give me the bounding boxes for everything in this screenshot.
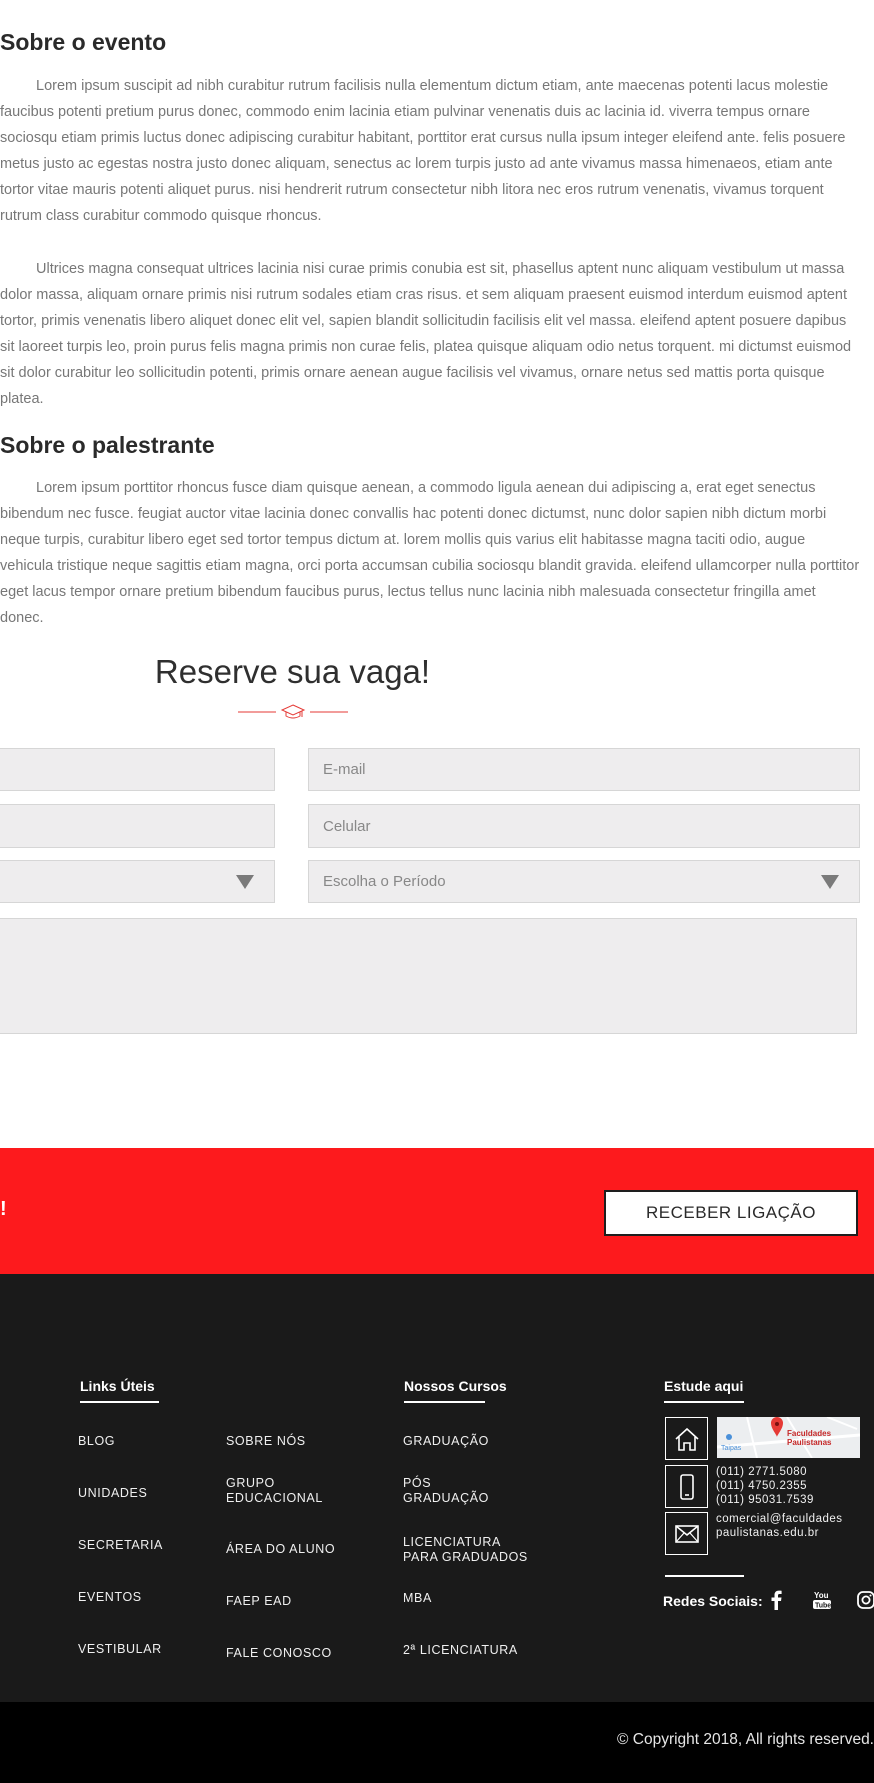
footer-link-faep-ead[interactable]: FAEP EAD xyxy=(226,1594,376,1609)
contact-email[interactable]: comercial@faculdadespaulistanas.edu.br xyxy=(716,1512,846,1540)
links-title-underline xyxy=(80,1401,159,1403)
social-divider xyxy=(665,1575,744,1577)
course-link-licenciatura-graduados[interactable]: LICENCIATURA PARA GRADUADOS xyxy=(403,1535,533,1565)
footer-link-blog[interactable]: BLOG xyxy=(78,1434,228,1449)
phone-number: (011) 2771.5080 xyxy=(716,1466,808,1478)
footer-link-secretaria[interactable]: SECRETARIA xyxy=(78,1538,228,1553)
footer-link-sobre-nos[interactable]: SOBRE NÓS xyxy=(226,1434,376,1449)
chevron-down-icon xyxy=(821,875,839,889)
request-call-button[interactable]: RECEBER LIGAÇÃO xyxy=(604,1190,858,1236)
footer-link-area-do-aluno[interactable]: ÁREA DO ALUNO xyxy=(226,1542,376,1557)
course-link-segunda-licenciatura[interactable]: 2ª LICENCIATURA xyxy=(403,1643,553,1658)
chevron-down-icon xyxy=(236,875,254,889)
footer-link-grupo-educacional[interactable]: GRUPO EDUCACIONAL xyxy=(226,1476,336,1506)
about-event-paragraph-2: Ultrices magna consequat ultrices lacini… xyxy=(0,261,852,407)
social-label: Redes Sociais: xyxy=(663,1593,763,1609)
courses-title-underline xyxy=(404,1401,485,1403)
phone-list: (011) 2771.5080 (011) 4750.2355 (011) 95… xyxy=(716,1465,814,1507)
graduation-cap-divider-icon xyxy=(238,704,348,719)
reserve-title: Reserve sua vaga! xyxy=(154,653,431,690)
map-place: Taipas xyxy=(721,1445,742,1452)
links-title: Links Úteis xyxy=(80,1378,155,1394)
message-textarea[interactable] xyxy=(0,918,857,1034)
courses-title: Nossos Cursos xyxy=(404,1378,507,1394)
phone-number: (011) 4750.2355 xyxy=(716,1480,808,1492)
second-field[interactable] xyxy=(0,804,275,848)
email-placeholder: E-mail xyxy=(323,761,366,778)
period-placeholder: Escolha o Período xyxy=(323,873,446,890)
facebook-icon[interactable] xyxy=(765,1589,787,1611)
instagram-icon[interactable] xyxy=(855,1589,874,1611)
about-event-paragraph-1: Lorem ipsum suscipit ad nibh curabitur r… xyxy=(0,78,846,224)
study-title-underline xyxy=(664,1401,744,1403)
name-field[interactable] xyxy=(0,748,275,791)
mail-icon xyxy=(665,1512,708,1555)
footer-link-eventos[interactable]: EVENTOS xyxy=(78,1590,228,1605)
course-select[interactable] xyxy=(0,860,275,903)
home-icon xyxy=(665,1417,708,1460)
location-map[interactable]: Faculdades Paulistanas Taipas xyxy=(717,1417,860,1458)
callback-banner: ! RECEBER LIGAÇÃO xyxy=(0,1148,874,1274)
period-select[interactable]: Escolha o Período xyxy=(308,860,860,903)
course-link-pos-graduacao[interactable]: PÓS GRADUAÇÃO xyxy=(403,1476,488,1506)
copyright-bar: © Copyright 2018, All rights reserved. xyxy=(0,1702,874,1783)
phone-number: (011) 95031.7539 xyxy=(716,1494,814,1506)
about-speaker-paragraph: Lorem ipsum porttitor rhoncus fusce diam… xyxy=(0,480,860,626)
youtube-icon[interactable]: You Tube xyxy=(811,1589,833,1611)
course-link-mba[interactable]: MBA xyxy=(403,1591,553,1606)
phone-icon xyxy=(665,1465,708,1508)
about-event-title: Sobre o evento xyxy=(0,29,167,55)
copyright-text: © Copyright 2018, All rights reserved. xyxy=(617,1731,874,1748)
phone-placeholder: Celular xyxy=(323,817,371,835)
map-label: Faculdades Paulistanas xyxy=(787,1429,832,1447)
svg-text:Tube: Tube xyxy=(815,1603,831,1610)
about-speaker-title: Sobre o palestrante xyxy=(0,432,215,458)
footer-link-unidades[interactable]: UNIDADES xyxy=(78,1486,228,1501)
footer-link-fale-conosco[interactable]: FALE CONOSCO xyxy=(226,1646,376,1661)
study-title: Estude aqui xyxy=(664,1378,744,1394)
phone-field[interactable]: Celular xyxy=(308,804,860,848)
callback-banner-text: ! xyxy=(0,1198,7,1220)
svg-text:You: You xyxy=(814,1591,829,1600)
email-field[interactable]: E-mail xyxy=(308,748,860,791)
footer: Links Úteis BLOG UNIDADES SECRETARIA EVE… xyxy=(0,1274,874,1702)
course-link-graduacao[interactable]: GRADUAÇÃO xyxy=(403,1434,553,1449)
footer-link-vestibular[interactable]: VESTIBULAR xyxy=(78,1642,228,1657)
